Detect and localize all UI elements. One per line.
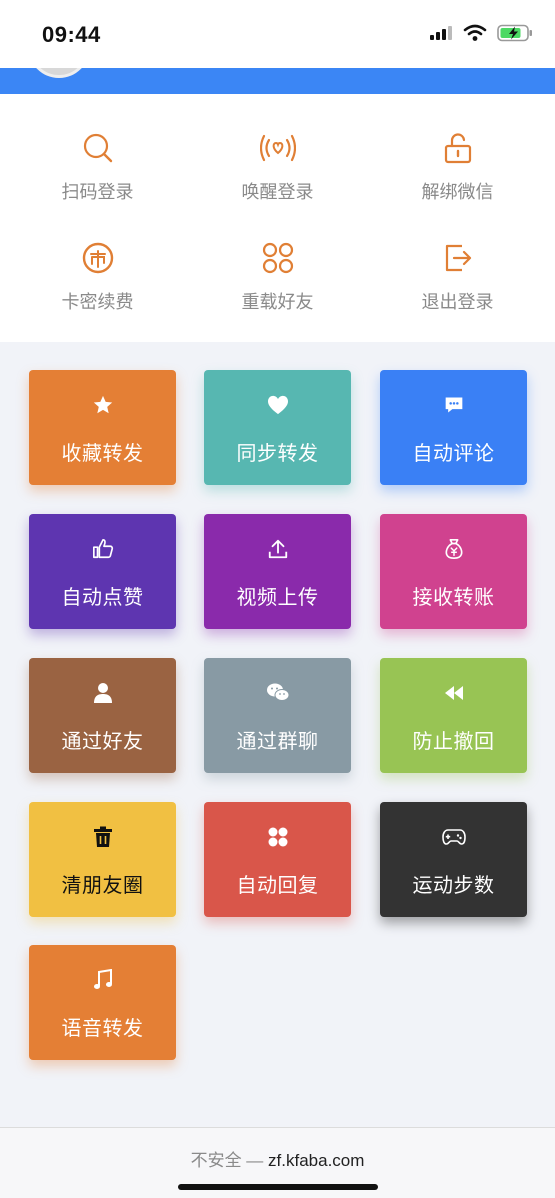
trash-icon	[91, 825, 115, 849]
tile-step-count[interactable]: 运动步数	[380, 802, 527, 917]
tile-clear-moments[interactable]: 清朋友圈	[29, 802, 176, 917]
tile-auto-comment[interactable]: 自动评论	[380, 370, 527, 485]
tile-label: 收藏转发	[61, 443, 144, 465]
music-note-icon	[91, 968, 115, 992]
header-band	[0, 68, 555, 94]
menu-label: 退出登录	[421, 292, 494, 312]
tile-anti-recall[interactable]: 防止撤回	[380, 658, 527, 773]
tile-label: 自动评论	[412, 443, 495, 465]
thumbs-up-icon	[91, 537, 115, 561]
menu-card-renew[interactable]: 卡密续费	[5, 204, 190, 314]
status-icons	[429, 24, 533, 47]
tile-label: 防止撤回	[412, 731, 495, 753]
tile-voice-forward[interactable]: 语音转发	[29, 945, 176, 1060]
tile-auto-reply[interactable]: 自动回复	[204, 802, 351, 917]
menu-logout[interactable]: 退出登录	[365, 204, 550, 314]
tile-label: 清朋友圈	[61, 875, 144, 897]
status-bar: 09:44	[0, 0, 555, 68]
search-icon	[80, 130, 116, 166]
unlock-icon	[440, 130, 476, 166]
wechat-icon	[266, 681, 290, 705]
user-icon	[91, 681, 115, 705]
url-insecure-label: 不安全 —	[190, 1151, 269, 1170]
reload-grid-icon	[260, 240, 296, 276]
tile-label: 接收转账	[412, 587, 495, 609]
cellular-signal-icon	[429, 25, 453, 46]
menu-label: 重载好友	[241, 292, 314, 312]
gamepad-icon	[441, 825, 466, 849]
wifi-icon	[463, 24, 487, 47]
star-icon	[91, 393, 115, 417]
menu-unbind-wechat[interactable]: 解绑微信	[365, 94, 550, 204]
tile-auto-like[interactable]: 自动点赞	[29, 514, 176, 629]
menu-label: 卡密续费	[61, 292, 134, 312]
tile-accept-groups[interactable]: 通过群聊	[204, 658, 351, 773]
tile-collect-forward[interactable]: 收藏转发	[29, 370, 176, 485]
avatar[interactable]	[28, 68, 90, 78]
menu-scan-login[interactable]: 扫码登录	[5, 94, 190, 204]
tile-label: 同步转发	[236, 443, 319, 465]
tile-label: 通过好友	[61, 731, 144, 753]
status-time: 09:44	[42, 22, 101, 47]
money-bag-icon	[442, 537, 466, 561]
logout-icon	[440, 240, 476, 276]
tile-receive-transfer[interactable]: 接收转账	[380, 514, 527, 629]
wake-signal-icon	[259, 130, 296, 166]
tile-label: 视频上传	[236, 587, 319, 609]
url-text: 不安全 — zf.kfaba.com	[0, 1146, 555, 1171]
battery-charging-icon	[497, 24, 533, 47]
heart-icon	[266, 393, 290, 417]
browser-url-bar[interactable]: 不安全 — zf.kfaba.com	[0, 1127, 555, 1198]
tile-label: 自动点赞	[61, 587, 144, 609]
tile-label: 通过群聊	[236, 731, 319, 753]
menu-label: 唤醒登录	[241, 182, 314, 202]
menu-wake-login[interactable]: 唤醒登录	[185, 94, 370, 204]
home-indicator[interactable]	[178, 1184, 378, 1190]
menu-label: 扫码登录	[61, 182, 134, 202]
tile-sync-forward[interactable]: 同步转发	[204, 370, 351, 485]
tile-label: 语音转发	[61, 1018, 144, 1040]
rewind-icon	[442, 681, 466, 705]
account-menu: 扫码登录 唤醒登录 解绑微信 卡密续费 重载好友 退出登录	[0, 94, 555, 342]
tile-label: 运动步数	[412, 875, 495, 897]
comment-icon	[442, 393, 466, 417]
tile-label: 自动回复	[236, 875, 319, 897]
tile-accept-friends[interactable]: 通过好友	[29, 658, 176, 773]
url-host: zf.kfaba.com	[268, 1151, 365, 1170]
menu-label: 解绑微信	[421, 182, 494, 202]
grid-dots-icon	[266, 825, 290, 849]
upload-icon	[266, 537, 290, 561]
tile-video-upload[interactable]: 视频上传	[204, 514, 351, 629]
coin-icon	[80, 240, 116, 276]
menu-reload-friends[interactable]: 重载好友	[185, 204, 370, 314]
